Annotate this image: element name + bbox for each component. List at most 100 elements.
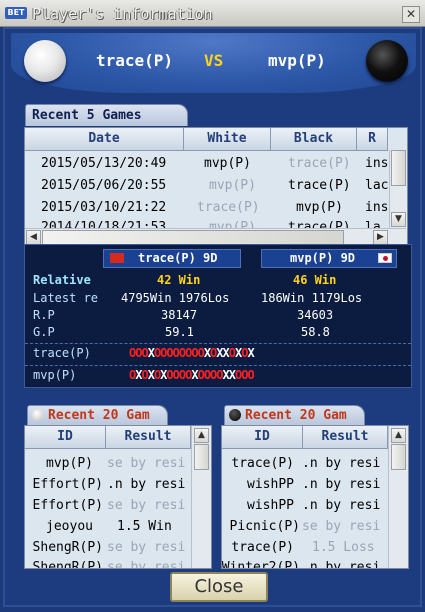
cell-black: trace(P) (288, 156, 351, 171)
vs-label: VS (204, 51, 224, 70)
list-item[interactable]: Effort(P) se by resi (25, 498, 191, 516)
cell-result: .n by resi (302, 498, 381, 513)
cell-date: 2014/10/18/21:53 (41, 220, 167, 228)
cell-date: 2015/05/06/20:55 (41, 178, 167, 193)
japan-flag-icon (378, 253, 392, 263)
recent-20-black-table: ID Result ▲ trace(P) .n by resi wishPP .… (221, 425, 409, 569)
cell-white: mvp(P) (204, 156, 251, 171)
vertical-scrollbar[interactable]: ▼ (389, 150, 407, 228)
cell-result: se by resi (107, 498, 186, 513)
cell-result: 1.5 Loss (312, 540, 375, 555)
scroll-right-icon[interactable]: ▶ (373, 230, 388, 245)
tab-label: Recent 20 Gam (245, 408, 347, 423)
left-player-rank: trace(P) 9D (138, 251, 218, 265)
title-bar: BET Player's information ✕ (0, 0, 425, 27)
latest-label: Latest re (33, 291, 99, 305)
cell-result: .n by resi (302, 560, 381, 569)
cell-id: mvp(P) (46, 456, 93, 471)
cell-result: la (365, 220, 381, 228)
column-header-date[interactable]: Date (25, 128, 184, 151)
table-row[interactable]: 2015/05/06/20:55 mvp(P) trace(P) lac (25, 178, 389, 196)
scrollbar-thumb[interactable] (391, 150, 406, 186)
window-title: Player's information (32, 5, 213, 23)
list-item[interactable]: ShengR(P) se by resi (25, 560, 191, 568)
cell-id: wishPP (247, 498, 294, 513)
white-player-name: trace(P) (96, 51, 174, 70)
tab-recent-20-black[interactable]: Recent 20 Gam (224, 405, 365, 425)
cell-id: Effort(P) (32, 498, 103, 513)
column-header-result[interactable]: Result (303, 426, 388, 449)
table-row[interactable]: 2015/05/13/20:49 mvp(P) trace(P) ins (25, 156, 389, 174)
cell-black: trace(P) (288, 178, 351, 193)
scroll-up-icon[interactable]: ▲ (391, 428, 406, 443)
table-row[interactable]: 2015/03/10/21:22 trace(P) mvp(P) ins (25, 200, 389, 218)
right-rp-value: 34603 (297, 308, 334, 322)
scrollbar-thumb[interactable] (42, 230, 344, 245)
close-button[interactable]: Close (170, 572, 268, 602)
table-row[interactable]: 2014/10/18/21:53 mvp(P) trace(P) la (25, 220, 389, 228)
cell-id: trace(P) (231, 456, 294, 471)
list-item[interactable]: Winter2(P) .n by resi (222, 560, 388, 569)
loss-mark: X (247, 346, 254, 360)
cell-id: Picnic(P) (229, 519, 300, 534)
left-player-label: trace(P) 9D (103, 249, 241, 268)
stat-row-gp: G.P 59.1 58.8 (25, 325, 411, 345)
divider (25, 343, 411, 344)
stat-row-mvp-streak: mvp(P) OXOXOXOOOOXOOOOXXOOO (25, 368, 411, 388)
right-player-rank: mvp(P) 9D (290, 251, 356, 265)
column-header-black[interactable]: Black (271, 128, 357, 151)
trace-streak-label: trace(P) (33, 346, 91, 360)
cell-result: .n by resi (107, 477, 186, 492)
cell-result: .n by resi (302, 477, 381, 492)
list-item[interactable]: mvp(P) se by resi (25, 456, 191, 474)
win-mark: O (247, 368, 254, 382)
app-logo-icon: BET (5, 7, 27, 19)
list-item[interactable]: trace(P) 1.5 Loss (222, 540, 388, 558)
cell-result: lac (365, 178, 389, 193)
stat-row-trace-streak: trace(P) OOOXOOOOOOOOXOXXOXOX (25, 346, 411, 366)
list-item[interactable]: ShengR(P) se by resi (25, 540, 191, 558)
right-relative-value: 46 Win (293, 273, 337, 287)
cell-result: .n by resi (302, 456, 381, 471)
column-header-result[interactable]: R (357, 128, 388, 151)
left-latest-value: 4795Win 1976Los (121, 291, 230, 305)
scroll-up-icon[interactable]: ▲ (194, 428, 209, 443)
cell-result: se by resi (107, 540, 186, 555)
column-header-id[interactable]: ID (222, 426, 303, 449)
cell-result: se by resi (302, 519, 381, 534)
cell-result: se by resi (107, 456, 186, 471)
recent-games-table: Date White Black R 2015/05/13/20:49 mvp(… (24, 127, 408, 247)
cell-black: mvp(P) (296, 200, 343, 215)
scrollbar-thumb[interactable] (194, 444, 209, 470)
list-item[interactable]: trace(P) .n by resi (222, 456, 388, 474)
right-gp-value: 58.8 (301, 325, 330, 339)
gp-label: G.P (33, 325, 55, 339)
vertical-scrollbar[interactable]: ▲ (388, 426, 408, 568)
right-player-label: mvp(P) 9D (261, 249, 397, 268)
column-header-result[interactable]: Result (106, 426, 191, 449)
head-to-head-stats: trace(P) 9D mvp(P) 9D Relative 42 Win 46… (24, 244, 412, 388)
tab-recent-5-games[interactable]: Recent 5 Games (25, 104, 188, 126)
scroll-left-icon[interactable]: ◀ (26, 230, 41, 245)
vertical-scrollbar[interactable]: ▲ (191, 426, 211, 568)
cell-white: mvp(P) (209, 220, 256, 228)
list-item[interactable]: wishPP .n by resi (222, 498, 388, 516)
cell-date: 2015/03/10/21:22 (41, 200, 167, 215)
list-item[interactable]: Effort(P) .n by resi (25, 477, 191, 495)
black-stone-icon (366, 40, 408, 82)
list-item[interactable]: jeoyou 1.5 Win (25, 519, 191, 537)
scrollbar-thumb[interactable] (391, 444, 406, 470)
mvp-streak-sequence: OXOXOXOOOOXOOOOXXOOO (129, 368, 255, 382)
cell-id: Effort(P) (32, 477, 103, 492)
stat-row-relative: Relative 42 Win 46 Win (25, 273, 411, 293)
tab-recent-20-white[interactable]: Recent 20 Gam (27, 405, 168, 425)
column-header-white[interactable]: White (184, 128, 271, 151)
scroll-down-icon[interactable]: ▼ (391, 212, 406, 227)
relative-label: Relative (33, 273, 91, 287)
trace-streak-sequence: OOOXOOOOOOOOXOXXOXOX (129, 346, 255, 360)
cell-id: jeoyou (46, 519, 93, 534)
close-icon[interactable]: ✕ (402, 6, 420, 23)
list-item[interactable]: wishPP .n by resi (222, 477, 388, 495)
list-item[interactable]: Picnic(P) se by resi (222, 519, 388, 537)
column-header-id[interactable]: ID (25, 426, 106, 449)
